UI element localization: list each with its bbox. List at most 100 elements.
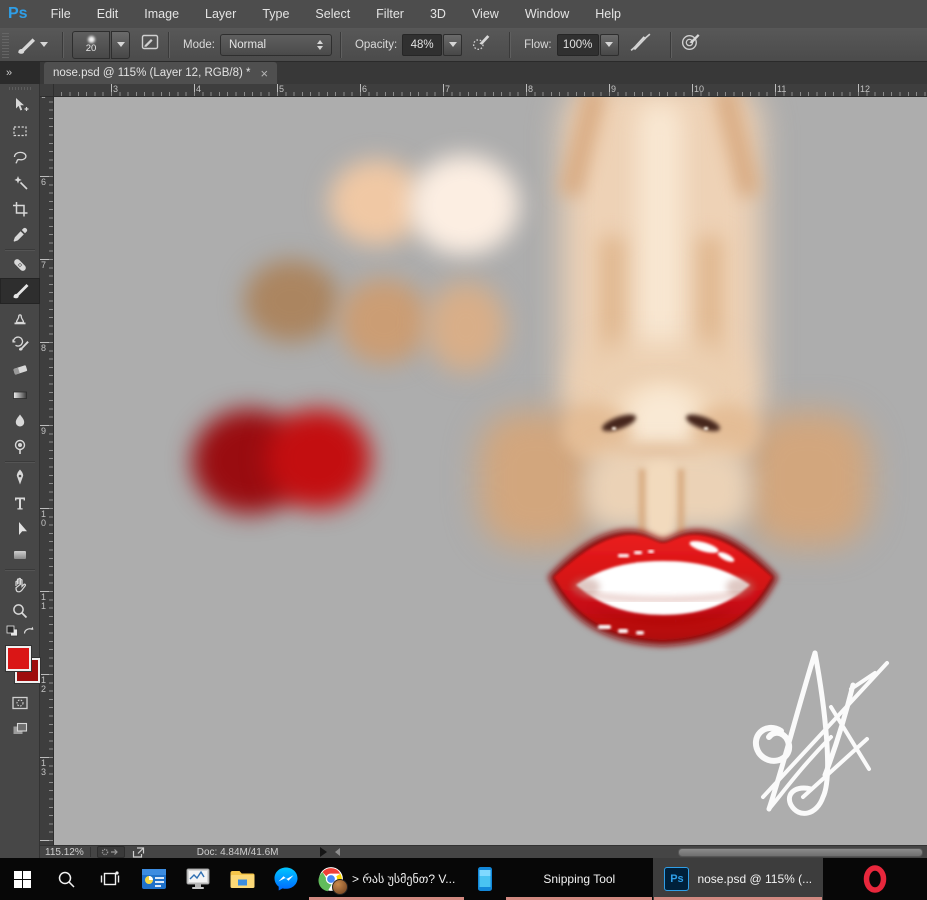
status-flyout-arrow[interactable] (320, 847, 327, 857)
hand-tool[interactable] (0, 572, 40, 598)
your-phone-pinned[interactable] (465, 858, 505, 900)
snipping-tool-task-button[interactable]: Snipping Tool (505, 858, 653, 900)
menu-view[interactable]: View (459, 0, 512, 28)
brush-preview[interactable]: 20 (72, 31, 110, 59)
tab-close-icon[interactable]: × (260, 67, 268, 80)
brush-size-dropdown[interactable] (111, 31, 130, 59)
history-brush-tool[interactable] (0, 330, 40, 356)
gradient-tool-icon (11, 386, 29, 404)
pressure-size-icon (680, 32, 701, 52)
chrome-task-label: > რას უსმენთ? V... (352, 872, 455, 886)
quick-mask-button[interactable] (0, 690, 40, 716)
clone-stamp-tool[interactable] (0, 304, 40, 330)
healing-brush-tool[interactable] (0, 252, 40, 278)
menu-bar: Ps File Edit Image Layer Type Select Fil… (0, 0, 927, 28)
tools-panel (0, 84, 40, 858)
pressure-size-button[interactable] (680, 32, 701, 57)
phone-icon (477, 866, 493, 892)
flow-field[interactable]: 100% (557, 34, 599, 56)
double-chevron-icon: » (6, 67, 11, 79)
messenger-pinned[interactable] (264, 858, 308, 900)
shape-tool[interactable] (0, 542, 40, 568)
menu-image[interactable]: Image (131, 0, 192, 28)
shape-tool-icon (11, 546, 29, 564)
lasso-tool[interactable] (0, 144, 40, 170)
crop-tool[interactable] (0, 196, 40, 222)
tools-panel-grip[interactable] (9, 87, 31, 90)
search-icon (57, 870, 76, 889)
menu-filter[interactable]: Filter (363, 0, 417, 28)
blur-tool[interactable] (0, 408, 40, 434)
menu-select[interactable]: Select (302, 0, 363, 28)
default-colors-icon[interactable] (6, 624, 19, 642)
horizontal-ruler[interactable]: 3 4 5 6 7 8 9 10 11 12 (54, 84, 927, 97)
menu-help[interactable]: Help (582, 0, 634, 28)
path-selection-tool[interactable] (0, 516, 40, 542)
move-tool[interactable] (0, 92, 40, 118)
workflow-status-icon[interactable] (97, 846, 125, 858)
pressure-opacity-button[interactable] (471, 32, 492, 57)
menu-3d[interactable]: 3D (417, 0, 459, 28)
gradient-tool[interactable] (0, 382, 40, 408)
move-tool-icon (11, 96, 29, 114)
taskbar-search-button[interactable] (44, 858, 88, 900)
opera-button[interactable] (823, 858, 927, 900)
document-canvas[interactable] (54, 97, 927, 845)
task-manager-pinned[interactable] (176, 858, 220, 900)
zoom-tool[interactable] (0, 598, 40, 624)
document-tab[interactable]: nose.psd @ 115% (Layer 12, RGB/8) * × (44, 62, 277, 84)
type-tool[interactable] (0, 490, 40, 516)
task-view-button[interactable] (88, 858, 132, 900)
pen-tool[interactable] (0, 464, 40, 490)
chrome-task-button[interactable]: > რას უსმენთ? V... (308, 858, 465, 900)
doc-size-info[interactable]: Doc: 4.84M/41.6M (197, 847, 279, 858)
flow-dropdown[interactable] (600, 34, 619, 56)
task-view-icon (100, 870, 120, 888)
horizontal-scrollbar-thumb[interactable] (678, 848, 923, 857)
history-brush-icon (11, 334, 29, 352)
vertical-ruler[interactable]: 5 6 7 8 9 10 11 12 13 (40, 97, 54, 845)
toggle-brush-panel-button[interactable] (140, 32, 160, 57)
photoshop-window: Ps File Edit Image Layer Type Select Fil… (0, 0, 927, 900)
file-explorer-pinned[interactable] (220, 858, 264, 900)
eraser-tool[interactable] (0, 356, 40, 382)
windows-logo-icon (14, 871, 31, 888)
dodge-tool[interactable] (0, 434, 40, 460)
brush-tip-dot (88, 36, 95, 43)
brush-size-control[interactable]: 20 (72, 31, 130, 59)
marquee-tool[interactable] (0, 118, 40, 144)
menu-window[interactable]: Window (512, 0, 582, 28)
opacity-dropdown[interactable] (443, 34, 462, 56)
control-panel-pinned[interactable] (132, 858, 176, 900)
brush-tool[interactable] (0, 278, 40, 304)
tools-panel-collapse[interactable]: » (0, 62, 40, 84)
zoom-level-field[interactable]: 115.12% (45, 847, 84, 858)
menu-layer[interactable]: Layer (192, 0, 249, 28)
ruler-corner[interactable] (40, 84, 54, 97)
share-icon[interactable] (132, 847, 145, 858)
menu-file[interactable]: File (38, 0, 84, 28)
task-manager-icon (185, 867, 211, 891)
photoshop-task-button[interactable]: Ps nose.psd @ 115% (... (653, 858, 823, 900)
options-grip[interactable] (2, 32, 9, 58)
photoshop-task-label: nose.psd @ 115% (... (697, 872, 812, 886)
mode-label: Mode: (183, 39, 215, 51)
color-swatches (0, 642, 40, 690)
menu-edit[interactable]: Edit (84, 0, 132, 28)
blend-mode-select[interactable]: Normal (220, 34, 332, 56)
start-button[interactable] (0, 858, 44, 900)
opacity-field[interactable]: 48% (402, 34, 442, 56)
menu-type[interactable]: Type (249, 0, 302, 28)
airbrush-toggle-button[interactable] (629, 32, 652, 57)
tool-preset-picker[interactable] (9, 35, 54, 55)
eyedropper-tool[interactable] (0, 222, 40, 248)
foreground-color-swatch[interactable] (6, 646, 31, 671)
swap-colors-icon[interactable] (22, 624, 35, 642)
blob-brown (244, 260, 339, 342)
magic-wand-tool[interactable] (0, 170, 40, 196)
screen-mode-button[interactable] (0, 716, 40, 742)
hand-tool-icon (11, 576, 29, 594)
scroll-left-arrow[interactable] (335, 848, 340, 856)
brush-tool-icon (11, 282, 29, 300)
magic-wand-icon (11, 174, 29, 192)
